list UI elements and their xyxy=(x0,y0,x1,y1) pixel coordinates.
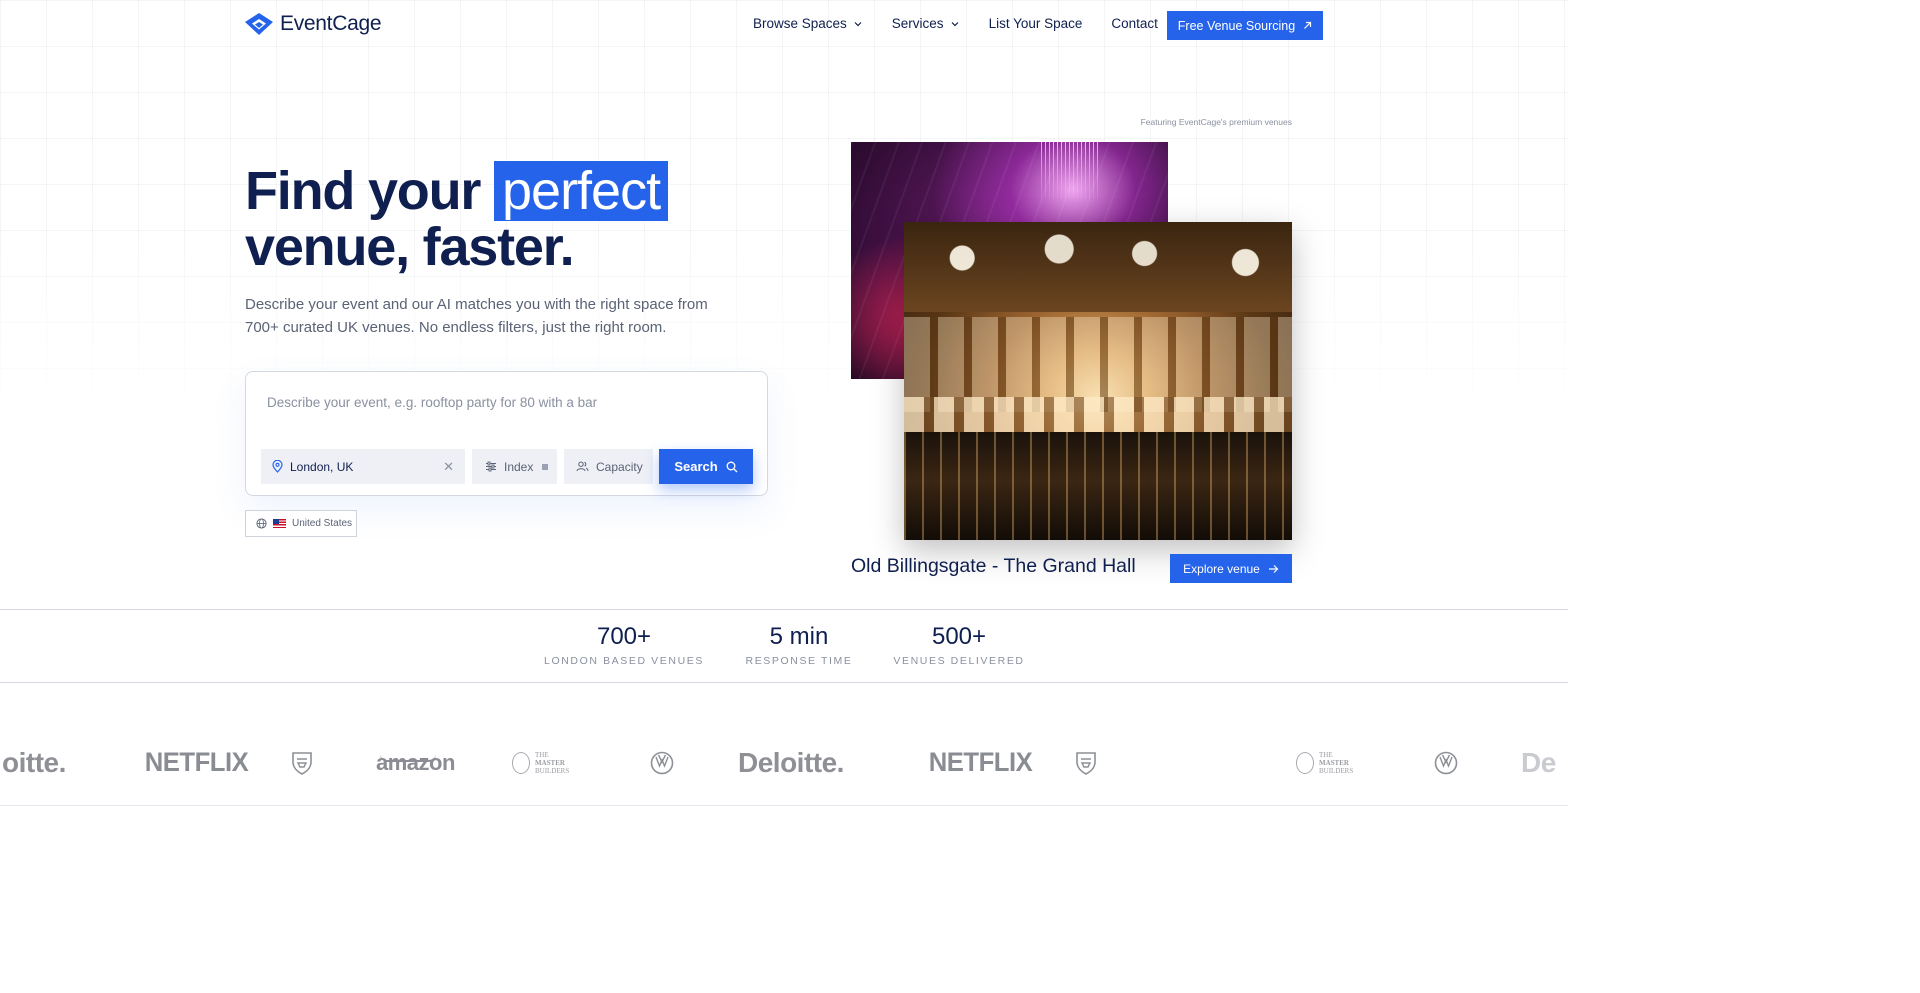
close-icon[interactable]: ✕ xyxy=(443,459,454,475)
logo-master-line3: BUILDERS xyxy=(1319,766,1354,775)
hero-grid-background xyxy=(0,0,1568,420)
location-field[interactable]: London, UK ✕ xyxy=(261,449,465,484)
logo-master-line1: THE xyxy=(1319,750,1333,759)
arrow-up-right-icon xyxy=(1304,21,1312,29)
nav-list-your-space-label: List Your Space xyxy=(988,16,1083,31)
search-button[interactable]: Search xyxy=(659,449,753,484)
logo-arsenal xyxy=(291,730,313,795)
index-filter[interactable]: Index xyxy=(472,449,557,484)
nav-services[interactable]: Services xyxy=(892,16,960,31)
stat-venues-value: 700+ xyxy=(596,623,652,650)
capacity-field[interactable]: Capacity xyxy=(564,449,653,484)
nav-list-your-space[interactable]: List Your Space xyxy=(989,16,1083,31)
arrow-right-icon xyxy=(1268,564,1279,573)
index-label: Index xyxy=(504,459,534,474)
search-icon xyxy=(726,461,738,472)
logo-arsenal-repeat xyxy=(1075,730,1097,795)
free-venue-sourcing-button[interactable]: Free Venue Sourcing xyxy=(1167,11,1323,40)
region-selector[interactable]: United States xyxy=(245,510,357,537)
nav-contact-label: Contact xyxy=(1111,16,1158,31)
arsenal-crest-icon xyxy=(1076,751,1096,775)
nav-browse-spaces-label: Browse Spaces xyxy=(753,16,847,31)
event-description-input[interactable] xyxy=(267,391,737,413)
top-navigation: EventCage Browse Spaces Services List Yo… xyxy=(0,0,1568,48)
stat-response-time-value: 5 min xyxy=(769,623,829,650)
map-pin-icon xyxy=(272,460,283,473)
logo-master-line3: BUILDERS xyxy=(535,766,570,775)
chevron-down-icon xyxy=(951,21,958,26)
stat-delivered-value: 500+ xyxy=(931,623,987,650)
featuring-caption: Featuring EventCage's premium venues xyxy=(1140,117,1292,127)
brand-logo[interactable]: EventCage xyxy=(245,12,382,36)
stats-band: 700+ LONDON BASED VENUES 5 min RESPONSE … xyxy=(0,609,1568,683)
hero-subtitle: Describe your event and our AI matches y… xyxy=(245,296,708,336)
hero-title-part1: Find your xyxy=(245,161,481,221)
stat-venues-label: LONDON BASED VENUES xyxy=(544,655,704,667)
venue-photo-primary[interactable] xyxy=(904,222,1292,540)
section-divider xyxy=(0,805,1568,806)
explore-venue-button[interactable]: Explore venue xyxy=(1170,554,1292,583)
nav-contact[interactable]: Contact xyxy=(1111,16,1158,31)
us-flag-icon xyxy=(273,519,286,528)
volkswagen-logo-icon xyxy=(1434,751,1458,774)
amazon-smile-icon xyxy=(380,754,436,762)
logo-master-builders-repeat: THE MASTER BUILDERS xyxy=(1296,730,1353,795)
location-value: London, UK xyxy=(290,459,354,474)
photo-floral-ceiling xyxy=(904,222,1292,312)
search-card: London, UK ✕ Index Capacity Search xyxy=(245,371,768,496)
nav-services-label: Services xyxy=(891,16,944,31)
logo-deloitte-edge: De xyxy=(1521,746,1556,778)
stat-venues: 700+ LONDON BASED VENUES xyxy=(542,622,706,668)
eventcage-logo-icon xyxy=(245,13,273,35)
stat-response-time-label: RESPONSE TIME xyxy=(745,655,853,667)
logo-master-builders-text: THE MASTER BUILDERS xyxy=(1319,751,1353,775)
arsenal-crest-icon xyxy=(292,751,312,775)
logo-deloitte-partial: oitte. xyxy=(2,746,66,778)
stat-delivered: 500+ VENUES DELIVERED xyxy=(892,622,1026,668)
master-builders-seal-icon xyxy=(1296,751,1314,774)
client-logos-strip: oitte. NETFLIX amazon THE MASTER BUILDERS … xyxy=(0,730,1568,795)
logo-deloitte: Deloitte. xyxy=(738,746,844,778)
brand-name: EventCage xyxy=(280,12,382,35)
logo-master-line2: MASTER xyxy=(1319,758,1349,767)
logo-volkswagen-repeat xyxy=(1434,730,1458,795)
region-label: United States xyxy=(292,518,353,529)
photo-tables xyxy=(904,397,1292,437)
master-builders-seal-icon xyxy=(512,751,530,774)
index-indicator xyxy=(542,463,549,470)
logo-netflix: NETFLIX xyxy=(144,747,249,777)
main-nav: Browse Spaces Services List Your Space C… xyxy=(753,16,1187,31)
sliders-icon xyxy=(486,461,496,472)
hero-title: Find your perfect venue, faster. xyxy=(245,161,669,277)
hero-title-highlight: perfect xyxy=(494,161,669,221)
globe-icon xyxy=(256,518,267,529)
capacity-label: Capacity xyxy=(596,459,643,474)
chevron-down-icon xyxy=(854,21,862,26)
hero-title-line-1: Find your perfect xyxy=(245,161,669,221)
logo-master-builders: THE MASTER BUILDERS xyxy=(512,730,569,795)
logo-master-builders-text: THE MASTER BUILDERS xyxy=(535,751,569,775)
explore-venue-label: Explore venue xyxy=(1183,561,1260,576)
photo-light-reflections xyxy=(904,432,1292,540)
logo-netflix-repeat: NETFLIX xyxy=(928,747,1033,777)
users-icon xyxy=(576,461,589,472)
search-button-label: Search xyxy=(674,459,718,474)
free-venue-sourcing-label: Free Venue Sourcing xyxy=(1177,18,1296,33)
hero-title-line-2: venue, faster. xyxy=(245,217,575,277)
featured-venue-name: Old Billingsgate - The Grand Hall xyxy=(851,555,1136,577)
photo-chandelier-texture xyxy=(1041,142,1099,204)
stat-response-time: 5 min RESPONSE TIME xyxy=(744,622,854,668)
logo-master-line2: MASTER xyxy=(535,758,565,767)
logo-master-line1: THE xyxy=(535,750,549,759)
stat-delivered-label: VENUES DELIVERED xyxy=(893,655,1025,667)
volkswagen-logo-icon xyxy=(650,751,674,774)
nav-browse-spaces[interactable]: Browse Spaces xyxy=(753,16,863,31)
logo-volkswagen xyxy=(650,730,674,795)
